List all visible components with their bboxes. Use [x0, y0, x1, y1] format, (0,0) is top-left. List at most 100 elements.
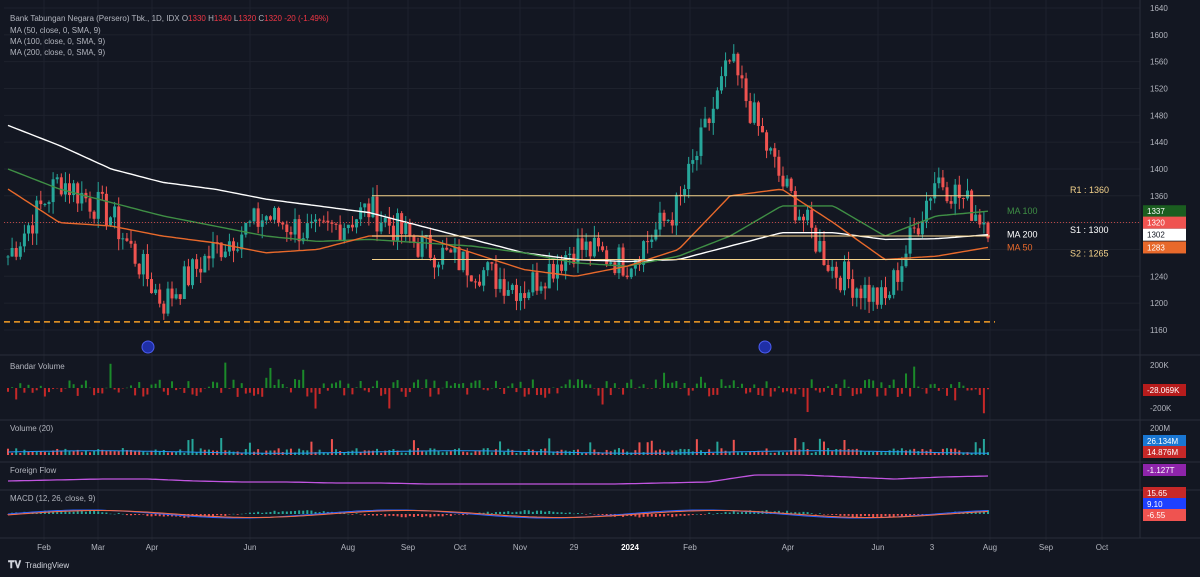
volume-title[interactable]: Volume (20): [10, 424, 53, 433]
bandar-bar: [109, 363, 112, 388]
ma50-legend[interactable]: MA (50, close, 0, SMA, 9): [10, 25, 101, 36]
candle-body: [785, 178, 789, 187]
bandar-bar: [429, 388, 432, 397]
volume-bar: [794, 438, 797, 455]
macd-histogram-bar: [105, 512, 108, 514]
candle-body: [35, 200, 39, 234]
candle-body: [457, 247, 461, 271]
bandar-bar: [630, 379, 633, 388]
candle-body: [129, 240, 133, 244]
bandar-bar: [544, 388, 547, 398]
ma200-legend[interactable]: MA (200, close, 0, SMA, 9): [10, 47, 105, 58]
bandar-bar: [667, 383, 670, 388]
macd-histogram-bar: [638, 514, 641, 518]
bandar-bar: [248, 388, 251, 393]
ma100-line: [7, 168, 989, 267]
volume-bar: [388, 450, 391, 455]
event-marker-icon: [141, 340, 155, 354]
volume-bar: [683, 449, 686, 455]
candle-body: [953, 184, 957, 204]
candle-body: [617, 247, 621, 274]
macd-histogram-bar: [449, 514, 452, 517]
ma100-legend[interactable]: MA (100, close, 0, SMA, 9): [10, 36, 105, 47]
tradingview-footer[interactable]: 𝐓𝐕 TradingView: [8, 560, 69, 571]
volume-bar: [494, 449, 497, 455]
candle-body: [260, 220, 264, 227]
volume-bar: [298, 448, 301, 455]
bandar-bar: [933, 383, 936, 388]
foreign-flow-title[interactable]: Foreign Flow: [10, 466, 56, 475]
candle-body: [162, 303, 166, 314]
candle-body: [740, 75, 744, 79]
macd-histogram-bar: [310, 510, 313, 514]
bandar-bar: [97, 388, 100, 393]
macd-histogram-bar: [716, 513, 719, 514]
volume-bar: [503, 452, 506, 455]
chart-canvas[interactable]: 1640160015601520148014401400136013201280…: [0, 0, 1200, 577]
volume-bar: [593, 449, 596, 455]
macd-histogram-bar: [654, 514, 657, 517]
bandar-bar: [89, 387, 92, 389]
bandar-bar: [289, 388, 292, 393]
macd-histogram-bar: [441, 514, 444, 517]
macd-histogram-bar: [843, 514, 846, 516]
bandar-bar: [56, 388, 59, 389]
candle-body: [551, 264, 555, 279]
macd-histogram-bar: [728, 512, 731, 514]
candle-body: [970, 190, 974, 221]
macd-histogram-bar: [699, 514, 702, 515]
volume-bar: [80, 452, 83, 455]
macd-histogram-bar: [72, 511, 75, 514]
volume-bar: [531, 449, 534, 455]
macd-histogram-bar: [433, 514, 436, 517]
macd-histogram-bar: [388, 514, 391, 516]
chart-root[interactable]: 1640160015601520148014401400136013201280…: [0, 0, 1200, 577]
bandar-volume-title[interactable]: Bandar Volume: [10, 362, 65, 371]
candle-body: [6, 256, 10, 258]
candle-body: [199, 268, 203, 273]
candle-body: [900, 266, 904, 282]
ma200-label: MA 200: [1007, 230, 1038, 240]
bandar-bar: [380, 388, 383, 396]
macd-histogram-bar: [146, 514, 149, 517]
volume-bar: [154, 449, 157, 455]
volume-bar: [716, 441, 719, 455]
candle-body: [14, 247, 18, 257]
volume-axis-label: 200M: [1150, 424, 1170, 433]
macd-title[interactable]: MACD (12, 26, close, 9): [10, 494, 95, 503]
candle-body: [773, 148, 777, 157]
macd-histogram-bar: [130, 514, 133, 516]
candle-body: [437, 264, 441, 268]
candle-body: [691, 160, 695, 164]
bandar-bar: [322, 383, 325, 388]
volume-bar: [511, 449, 514, 455]
bandar-bar: [285, 387, 288, 388]
bandar-bar: [699, 376, 702, 388]
candle-body: [68, 183, 72, 196]
price-axis-label: 1360: [1150, 192, 1168, 201]
bandar-bar: [437, 388, 440, 395]
bandar-bar: [638, 386, 641, 388]
price-axis-label: 1480: [1150, 111, 1168, 120]
volume-bar: [363, 450, 366, 455]
bandar-bar: [683, 383, 686, 388]
candle-body: [449, 249, 453, 253]
bandar-bar: [851, 388, 854, 396]
volume-bar: [425, 451, 428, 455]
candle-body: [765, 132, 769, 151]
bandar-bar: [646, 388, 649, 389]
bandar-bar: [486, 388, 489, 391]
volume-bar: [19, 452, 22, 455]
candle-body: [838, 277, 842, 291]
bandar-bar: [917, 386, 920, 388]
volume-bar: [121, 448, 124, 455]
volume-bar: [285, 449, 288, 455]
candle-body: [367, 203, 371, 218]
candle-body: [888, 294, 892, 299]
candle-body: [818, 241, 822, 252]
volume-bar: [23, 449, 26, 455]
volume-bar: [568, 451, 571, 455]
bandar-bar: [941, 388, 944, 389]
bandar-bar: [687, 388, 690, 396]
volume-bar: [679, 448, 682, 455]
